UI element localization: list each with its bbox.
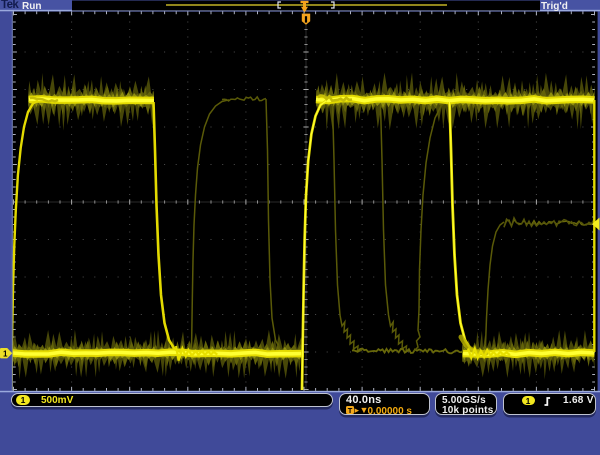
svg-text:1: 1 xyxy=(3,349,8,358)
